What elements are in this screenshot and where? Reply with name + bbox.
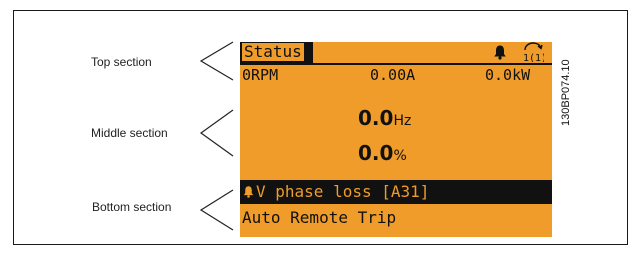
rpm-readout: 0RPM bbox=[242, 66, 279, 84]
alarm-bar: V phase loss [A31] bbox=[240, 180, 552, 204]
alarm-text: V phase loss [A31] bbox=[256, 182, 430, 201]
current-readout: 0.00A bbox=[370, 66, 416, 84]
frequency-unit: Hz bbox=[393, 113, 412, 129]
percent-number: 0.0 bbox=[358, 141, 394, 165]
bottom-section-label: Bottom section bbox=[92, 200, 172, 214]
bell-icon bbox=[494, 45, 506, 60]
middle-section-label: Middle section bbox=[91, 126, 168, 140]
hand-icon: 1(1) bbox=[523, 42, 544, 62]
percent-unit: % bbox=[393, 148, 407, 164]
percent-value: 0.0% bbox=[358, 141, 407, 165]
frequency-number: 0.0 bbox=[358, 106, 394, 130]
top-section-bracket bbox=[199, 41, 234, 81]
hand-icon-text: 1(1) bbox=[523, 53, 544, 62]
figure-code: 130BP074.10 bbox=[560, 59, 572, 126]
top-section-label: Top section bbox=[91, 55, 152, 69]
lcd-display: Status 1(1) 0RPM 0.00A 0.0kW 0.0Hz 0.0% … bbox=[240, 42, 552, 237]
trip-text: Auto Remote Trip bbox=[242, 208, 397, 227]
alarm-bell-icon bbox=[243, 186, 254, 198]
frequency-value: 0.0Hz bbox=[358, 106, 411, 130]
middle-section-bracket bbox=[199, 109, 234, 157]
bottom-section-bracket bbox=[199, 189, 234, 231]
power-readout: 0.0kW bbox=[485, 66, 531, 84]
status-title: Status bbox=[242, 42, 304, 61]
status-separator bbox=[240, 63, 552, 65]
status-bar: Status 1(1) bbox=[240, 42, 552, 63]
